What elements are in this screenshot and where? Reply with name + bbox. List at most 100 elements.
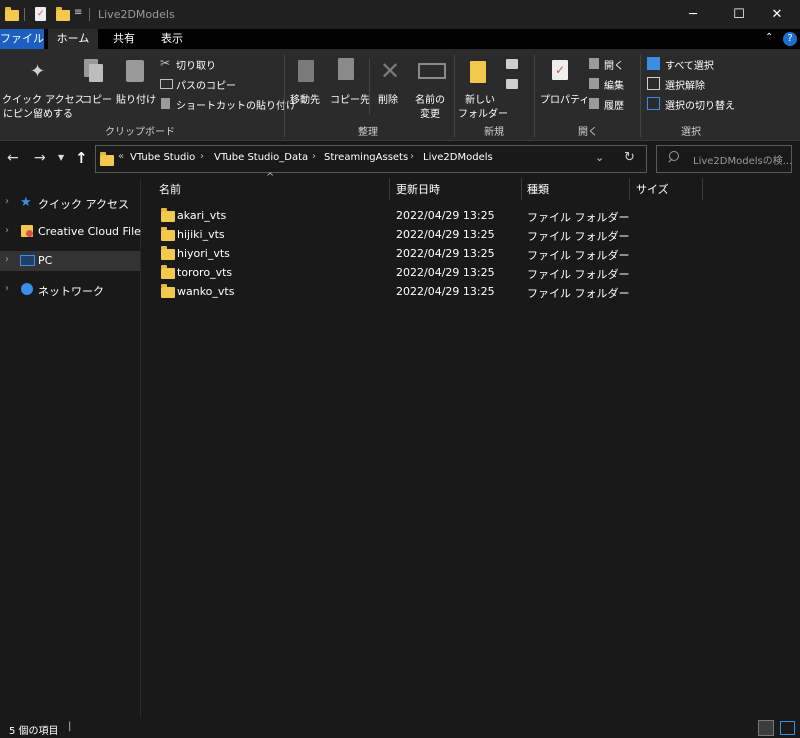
pin-label-line1: クイック アクセス [2,95,85,106]
copy-button[interactable]: コピー [80,55,112,117]
edit-icon [589,78,599,89]
column-separator[interactable] [521,178,522,200]
copy-path-button[interactable]: パスのコピー [158,75,278,93]
breadcrumb-vtube-studio-data[interactable]: VTube Studio_Data [214,152,308,163]
breadcrumb-vtube-studio[interactable]: VTube Studio [130,152,195,163]
copy-to-button[interactable]: コピー先 [328,55,370,117]
select-none-button[interactable]: 選択解除 [646,75,756,93]
nav-item-quick-access[interactable]: › ★ クイック アクセス [0,193,140,213]
chevron-right-icon[interactable]: › [5,225,9,236]
close-button[interactable]: ✕ [754,0,800,29]
open-button[interactable]: 開く [588,55,638,73]
column-header-type[interactable]: 種類 [527,181,549,197]
properties-button[interactable]: ✓ プロパティ [538,55,589,117]
breadcrumb-overflow[interactable]: « [118,151,124,162]
column-separator[interactable] [702,178,703,200]
paste-shortcut-label: ショートカットの貼り付け [176,101,296,112]
star-icon: ★ [20,195,32,210]
invert-selection-button[interactable]: 選択の切り替え [646,95,756,113]
easy-access-icon[interactable] [506,79,518,89]
breadcrumb-live2dmodels[interactable]: Live2DModels [423,152,493,163]
file-type: ファイル フォルダー [527,230,630,243]
nav-item-creative-cloud[interactable]: › Creative Cloud Files [0,222,147,242]
column-separator[interactable] [629,178,630,200]
folder-icon [161,227,175,241]
move-to-button[interactable]: 移動先 [288,55,326,117]
pin-label-line2: にピン留めする [3,109,73,120]
tab-file[interactable]: ファイル [0,29,44,49]
new-folder-label-line1: 新しい [465,95,495,106]
scissors-icon: ✂ [160,56,171,70]
address-bar[interactable]: « VTube Studio › VTube Studio_Data › Str… [95,145,647,173]
status-separator: | [68,721,72,732]
new-folder-quick-icon[interactable] [56,7,70,21]
location-folder-icon [100,152,114,166]
recent-locations-icon[interactable]: ▼ [58,153,64,162]
file-row[interactable]: wanko_vts 2022/04/29 13:25 ファイル フォルダー [155,282,630,301]
select-none-label: 選択解除 [665,81,705,92]
column-separator[interactable] [389,178,390,200]
new-folder-button[interactable]: 新しい フォルダー [458,55,508,120]
new-folder-label-line2: フォルダー [458,109,508,120]
search-box[interactable]: Live2DModelsの検... [656,145,792,173]
select-none-icon [647,77,660,90]
refresh-icon[interactable]: ↻ [624,150,635,165]
tab-share[interactable]: 共有 [104,29,144,49]
item-count: 5 個の項目 [9,726,59,737]
minimize-button[interactable]: ─ [670,0,716,29]
pin-icon: ✦ [30,61,46,82]
file-list: ^ 名前 更新日時 種類 サイズ akari_vts 2022/04/29 13… [141,172,800,718]
forward-icon[interactable]: → [34,150,46,166]
file-row[interactable]: tororo_vts 2022/04/29 13:25 ファイル フォルダー [155,263,630,282]
help-icon[interactable]: ? [783,32,797,46]
delete-button[interactable]: ✕ 削除 [374,55,410,117]
nav-item-network[interactable]: › ネットワーク [0,280,140,300]
pc-icon [20,255,35,266]
column-header-modified[interactable]: 更新日時 [396,181,440,197]
file-row[interactable]: akari_vts 2022/04/29 13:25 ファイル フォルダー [155,206,630,225]
new-item-icon[interactable] [506,59,518,69]
title-separator [89,8,90,21]
chevron-right-icon[interactable]: › [5,254,9,265]
title-bar: ✓ ≡ Live2DModels ─ ☐ ✕ [0,0,800,29]
file-row[interactable]: hijiki_vts 2022/04/29 13:25 ファイル フォルダー [155,225,630,244]
cut-button[interactable]: ✂ 切り取り [158,55,278,73]
properties-label: プロパティ [540,95,590,106]
column-header-name[interactable]: 名前 [159,181,181,197]
pin-quick-access-button[interactable]: ✦ クイック アクセス にピン留めする [2,55,85,120]
nav-item-pc[interactable]: › PC [0,251,140,271]
edit-button[interactable]: 編集 [588,75,638,93]
folder-icon [161,208,175,222]
chevron-right-icon[interactable]: › [5,283,9,294]
history-button[interactable]: 履歴 [588,95,638,113]
cut-label: 切り取り [176,61,216,72]
properties-quick-icon[interactable]: ✓ [35,7,46,21]
tab-view[interactable]: 表示 [150,29,194,49]
back-icon[interactable]: ← [7,150,19,166]
customize-quick-access-icon[interactable]: ≡ [74,7,82,18]
file-name: tororo_vts [177,266,233,279]
rename-button[interactable]: 名前の 変更 [410,55,450,120]
shortcut-icon [161,98,170,109]
tab-home[interactable]: ホーム [48,29,98,49]
search-placeholder: Live2DModelsの検... [693,156,793,167]
file-row[interactable]: hiyori_vts 2022/04/29 13:25 ファイル フォルダー [155,244,630,263]
qa-separator [24,8,25,21]
collapse-ribbon-icon[interactable]: ⌃ [765,32,773,43]
paste-button[interactable]: 貼り付け [114,55,156,117]
file-name: hiyori_vts [177,247,230,260]
chevron-right-icon[interactable]: › [5,196,9,207]
select-all-button[interactable]: すべて選択 [646,55,756,73]
group-label-new: 新規 [484,127,504,138]
group-label-clipboard: クリップボード [105,127,175,138]
details-view-icon[interactable] [758,720,774,736]
column-header-size[interactable]: サイズ [636,181,669,197]
rename-label-line2: 変更 [420,109,440,120]
up-icon[interactable]: ↑ [75,149,88,167]
address-history-chevron-icon[interactable]: ⌄ [595,151,604,164]
folder-icon [5,7,19,21]
breadcrumb-streaming-assets[interactable]: StreamingAssets [324,152,408,163]
large-icons-view-icon[interactable] [780,721,795,735]
group-label-organize: 整理 [358,127,378,138]
paste-shortcut-button[interactable]: ショートカットの貼り付け [158,95,296,113]
